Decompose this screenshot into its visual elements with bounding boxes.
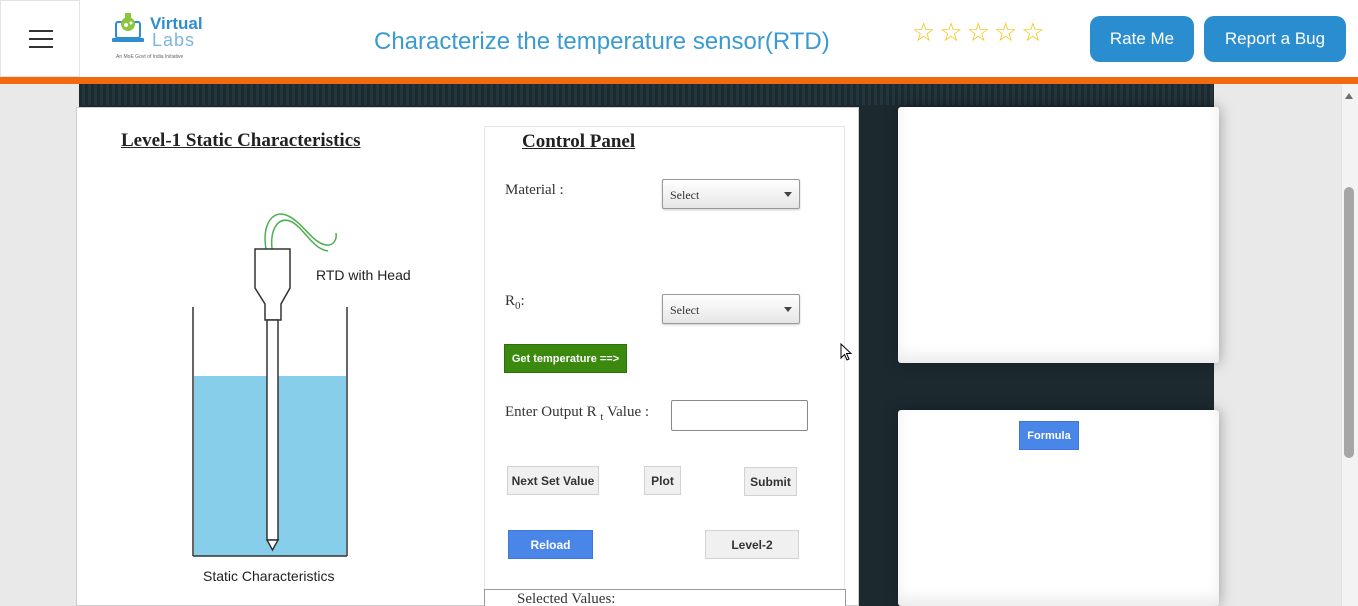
material-label: Material :: [505, 182, 564, 198]
material-select-value: Select: [670, 188, 700, 202]
rtd-label: RTD with Head: [316, 267, 411, 283]
chevron-down-icon: [784, 192, 792, 197]
report-bug-button[interactable]: Report a Bug: [1204, 16, 1346, 62]
header-accent-line: [0, 77, 1358, 84]
page-title: Characterize the temperature sensor(RTD): [374, 28, 830, 55]
mouse-cursor-icon: [840, 343, 853, 361]
output-rt-label-text: Enter Output R: [505, 404, 597, 420]
control-panel-title: Control Panel: [522, 131, 636, 152]
level-2-button[interactable]: Level-2: [705, 530, 799, 559]
logo-tagline: An MoE Govt of India Initiative: [116, 54, 184, 60]
r0-label-suffix: :: [520, 293, 525, 309]
rtd-beaker-diagram: [192, 213, 348, 557]
rate-me-button[interactable]: Rate Me: [1090, 16, 1194, 62]
star-outline-icon[interactable]: ☆: [939, 20, 962, 48]
r0-select[interactable]: Select: [662, 294, 800, 324]
simulation-top-strip: [79, 84, 1214, 105]
star-outline-icon[interactable]: ☆: [967, 20, 990, 48]
r0-label: R0:: [505, 293, 525, 312]
hamburger-icon-bar: [29, 38, 53, 40]
hamburger-menu-button[interactable]: [0, 0, 80, 77]
material-select[interactable]: Select: [662, 179, 800, 209]
star-outline-icon[interactable]: ☆: [994, 20, 1017, 48]
scrollbar-thumb[interactable]: [1344, 187, 1354, 458]
output-rt-label-suffix: Value :: [603, 404, 650, 420]
reload-button[interactable]: Reload: [508, 530, 593, 559]
output-card: [898, 107, 1219, 363]
hamburger-icon-bar: [29, 46, 53, 48]
level-title: Level-1 Static Characteristics: [121, 130, 361, 151]
r0-select-value: Select: [670, 303, 700, 317]
star-outline-icon[interactable]: ☆: [912, 20, 935, 48]
output-rt-input[interactable]: [671, 400, 808, 431]
scroll-up-arrow-icon[interactable]: [1345, 93, 1353, 99]
next-set-value-button[interactable]: Next Set Value: [507, 466, 599, 495]
diagram-caption: Static Characteristics: [203, 568, 335, 584]
chevron-down-icon: [784, 307, 792, 312]
plot-button[interactable]: Plot: [644, 466, 681, 495]
rtd-lead-wire: [264, 213, 337, 250]
output-rt-label: Enter Output R t Value :: [505, 404, 649, 423]
hamburger-icon: [29, 30, 53, 32]
selected-values-label: Selected Values:: [517, 591, 616, 606]
virtual-labs-logo[interactable]: Virtual Labs An MoE Govt of India Initia…: [110, 12, 210, 64]
r0-label-text: R: [505, 293, 516, 309]
submit-button[interactable]: Submit: [744, 467, 797, 496]
rtd-probe: [266, 319, 279, 541]
star-outline-icon[interactable]: ☆: [1021, 20, 1044, 48]
rtd-head: [254, 248, 291, 321]
formula-button[interactable]: Formula: [1019, 421, 1079, 450]
logo-word-labs: Labs: [152, 30, 196, 50]
rating-stars[interactable]: ☆ ☆ ☆ ☆ ☆: [912, 20, 1045, 48]
virtual-labs-logo-icon: [112, 13, 144, 42]
get-temperature-button[interactable]: Get temperature ==>: [504, 344, 627, 373]
